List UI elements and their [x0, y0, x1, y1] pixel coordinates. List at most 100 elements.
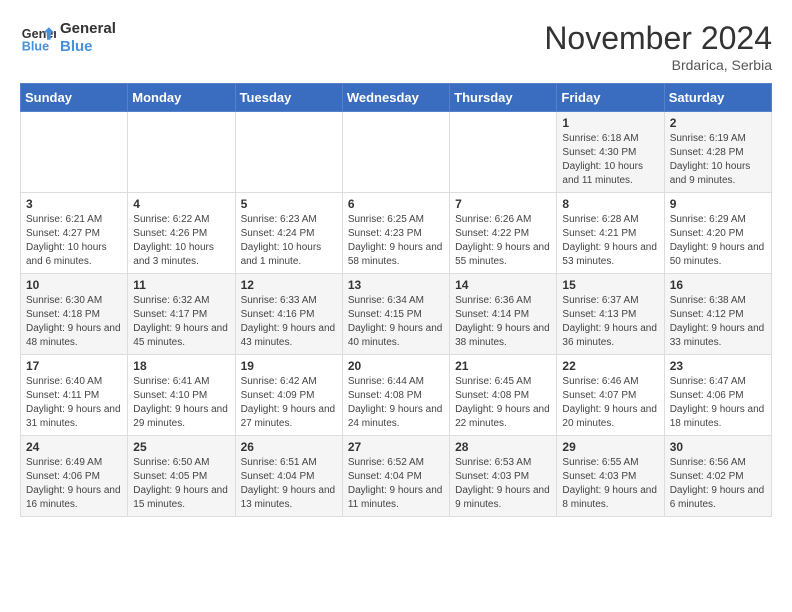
calendar-cell: [342, 112, 449, 193]
calendar-week-row: 3Sunrise: 6:21 AM Sunset: 4:27 PM Daylig…: [21, 193, 772, 274]
day-number: 14: [455, 278, 551, 292]
day-number: 18: [133, 359, 229, 373]
day-number: 25: [133, 440, 229, 454]
logo-icon: General Blue: [20, 20, 56, 56]
day-number: 23: [670, 359, 766, 373]
day-number: 8: [562, 197, 658, 211]
day-info: Sunrise: 6:29 AM Sunset: 4:20 PM Dayligh…: [670, 213, 766, 269]
calendar-cell: 7 Sunrise: 6:26 AM Sunset: 4:22 PM Daylig…: [450, 193, 557, 274]
calendar-cell: [128, 112, 235, 193]
day-number: 11: [133, 278, 229, 292]
calendar-cell: 20 Sunrise: 6:44 AM Sunset: 4:08 PM Dayli…: [342, 355, 449, 436]
day-number: 24: [26, 440, 122, 454]
day-info: Sunrise: 6:47 AM Sunset: 4:06 PM Dayligh…: [670, 375, 766, 431]
day-number: 12: [241, 278, 337, 292]
weekday-header-sunday: Sunday: [21, 84, 128, 112]
calendar-cell: 18 Sunrise: 6:41 AM Sunset: 4:10 PM Dayli…: [128, 355, 235, 436]
day-info: Sunrise: 6:56 AM Sunset: 4:02 PM Dayligh…: [670, 456, 766, 512]
calendar-cell: 27Sunrise: 6:52 AM Sunset: 4:04 PM Dayli…: [342, 436, 449, 517]
day-number: 4: [133, 197, 229, 211]
day-number: 1: [562, 116, 658, 130]
day-number: 6: [348, 197, 444, 211]
day-number: 7: [455, 197, 551, 211]
day-info: Sunrise: 6:33 AM Sunset: 4:16 PM Dayligh…: [241, 294, 337, 350]
calendar-cell: 8Sunrise: 6:28 AM Sunset: 4:21 PM Daylig…: [557, 193, 664, 274]
calendar-cell: 25Sunrise: 6:50 AM Sunset: 4:05 PM Dayli…: [128, 436, 235, 517]
weekday-header-saturday: Saturday: [664, 84, 771, 112]
day-info: Sunrise: 6:26 AM Sunset: 4:22 PM Dayligh…: [455, 213, 551, 269]
day-number: 29: [562, 440, 658, 454]
calendar-cell: 24Sunrise: 6:49 AM Sunset: 4:06 PM Dayli…: [21, 436, 128, 517]
calendar-cell: 26 Sunrise: 6:51 AM Sunset: 4:04 PM Dayli…: [235, 436, 342, 517]
day-info: Sunrise: 6:19 AM Sunset: 4:28 PM Dayligh…: [670, 132, 766, 188]
calendar-cell: 13 Sunrise: 6:34 AM Sunset: 4:15 PM Dayli…: [342, 274, 449, 355]
calendar-cell: 6 Sunrise: 6:25 AM Sunset: 4:23 PM Daylig…: [342, 193, 449, 274]
day-info: Sunrise: 6:25 AM Sunset: 4:23 PM Dayligh…: [348, 213, 444, 269]
day-info: Sunrise: 6:51 AM Sunset: 4:04 PM Dayligh…: [241, 456, 337, 512]
day-info: Sunrise: 6:34 AM Sunset: 4:15 PM Dayligh…: [348, 294, 444, 350]
calendar-cell: 17 Sunrise: 6:40 AM Sunset: 4:11 PM Dayli…: [21, 355, 128, 436]
day-info: Sunrise: 6:36 AM Sunset: 4:14 PM Dayligh…: [455, 294, 551, 350]
calendar-cell: 12 Sunrise: 6:33 AM Sunset: 4:16 PM Dayli…: [235, 274, 342, 355]
weekday-header-friday: Friday: [557, 84, 664, 112]
day-info: Sunrise: 6:46 AM Sunset: 4:07 PM Dayligh…: [562, 375, 658, 431]
weekday-header-monday: Monday: [128, 84, 235, 112]
calendar-week-row: 10 Sunrise: 6:30 AM Sunset: 4:18 PM Dayli…: [21, 274, 772, 355]
page-header: General Blue General Blue November 2024 …: [20, 20, 772, 73]
day-number: 30: [670, 440, 766, 454]
calendar-cell: 5Sunrise: 6:23 AM Sunset: 4:24 PM Daylig…: [235, 193, 342, 274]
day-number: 21: [455, 359, 551, 373]
day-info: Sunrise: 6:44 AM Sunset: 4:08 PM Dayligh…: [348, 375, 444, 431]
day-number: 26: [241, 440, 337, 454]
day-info: Sunrise: 6:55 AM Sunset: 4:03 PM Dayligh…: [562, 456, 658, 512]
day-info: Sunrise: 6:32 AM Sunset: 4:17 PM Dayligh…: [133, 294, 229, 350]
day-info: Sunrise: 6:22 AM Sunset: 4:26 PM Dayligh…: [133, 213, 229, 269]
calendar-cell: [235, 112, 342, 193]
calendar-week-row: 24Sunrise: 6:49 AM Sunset: 4:06 PM Dayli…: [21, 436, 772, 517]
logo-line2: Blue: [60, 38, 116, 56]
day-info: Sunrise: 6:40 AM Sunset: 4:11 PM Dayligh…: [26, 375, 122, 431]
calendar-week-row: 1 Sunrise: 6:18 AM Sunset: 4:30 PM Daylig…: [21, 112, 772, 193]
day-number: 20: [348, 359, 444, 373]
calendar-cell: 4 Sunrise: 6:22 AM Sunset: 4:26 PM Daylig…: [128, 193, 235, 274]
weekday-header-row: SundayMondayTuesdayWednesdayThursdayFrid…: [21, 84, 772, 112]
calendar-cell: [21, 112, 128, 193]
calendar-cell: 30 Sunrise: 6:56 AM Sunset: 4:02 PM Dayli…: [664, 436, 771, 517]
day-number: 28: [455, 440, 551, 454]
title-block: November 2024 Brdarica, Serbia: [544, 20, 772, 73]
day-number: 13: [348, 278, 444, 292]
calendar-cell: 9 Sunrise: 6:29 AM Sunset: 4:20 PM Daylig…: [664, 193, 771, 274]
month-title: November 2024: [544, 20, 772, 57]
day-number: 22: [562, 359, 658, 373]
calendar-cell: 23 Sunrise: 6:47 AM Sunset: 4:06 PM Dayli…: [664, 355, 771, 436]
day-info: Sunrise: 6:18 AM Sunset: 4:30 PM Dayligh…: [562, 132, 658, 188]
calendar-cell: 16Sunrise: 6:38 AM Sunset: 4:12 PM Dayli…: [664, 274, 771, 355]
day-number: 10: [26, 278, 122, 292]
day-info: Sunrise: 6:45 AM Sunset: 4:08 PM Dayligh…: [455, 375, 551, 431]
day-info: Sunrise: 6:23 AM Sunset: 4:24 PM Dayligh…: [241, 213, 337, 269]
calendar-cell: 28 Sunrise: 6:53 AM Sunset: 4:03 PM Dayli…: [450, 436, 557, 517]
weekday-header-wednesday: Wednesday: [342, 84, 449, 112]
day-number: 15: [562, 278, 658, 292]
day-info: Sunrise: 6:53 AM Sunset: 4:03 PM Dayligh…: [455, 456, 551, 512]
calendar-cell: 22 Sunrise: 6:46 AM Sunset: 4:07 PM Dayli…: [557, 355, 664, 436]
day-info: Sunrise: 6:21 AM Sunset: 4:27 PM Dayligh…: [26, 213, 122, 269]
calendar-cell: 10 Sunrise: 6:30 AM Sunset: 4:18 PM Dayli…: [21, 274, 128, 355]
calendar-week-row: 17 Sunrise: 6:40 AM Sunset: 4:11 PM Dayli…: [21, 355, 772, 436]
day-number: 19: [241, 359, 337, 373]
day-info: Sunrise: 6:37 AM Sunset: 4:13 PM Dayligh…: [562, 294, 658, 350]
day-info: Sunrise: 6:41 AM Sunset: 4:10 PM Dayligh…: [133, 375, 229, 431]
day-info: Sunrise: 6:38 AM Sunset: 4:12 PM Dayligh…: [670, 294, 766, 350]
calendar-cell: 1 Sunrise: 6:18 AM Sunset: 4:30 PM Daylig…: [557, 112, 664, 193]
day-number: 17: [26, 359, 122, 373]
weekday-header-tuesday: Tuesday: [235, 84, 342, 112]
calendar-cell: 2Sunrise: 6:19 AM Sunset: 4:28 PM Daylig…: [664, 112, 771, 193]
calendar-cell: 11 Sunrise: 6:32 AM Sunset: 4:17 PM Dayli…: [128, 274, 235, 355]
calendar-cell: 3Sunrise: 6:21 AM Sunset: 4:27 PM Daylig…: [21, 193, 128, 274]
day-info: Sunrise: 6:42 AM Sunset: 4:09 PM Dayligh…: [241, 375, 337, 431]
day-number: 9: [670, 197, 766, 211]
day-info: Sunrise: 6:30 AM Sunset: 4:18 PM Dayligh…: [26, 294, 122, 350]
calendar-cell: 15 Sunrise: 6:37 AM Sunset: 4:13 PM Dayli…: [557, 274, 664, 355]
calendar-cell: 21 Sunrise: 6:45 AM Sunset: 4:08 PM Dayli…: [450, 355, 557, 436]
calendar-cell: 14 Sunrise: 6:36 AM Sunset: 4:14 PM Dayli…: [450, 274, 557, 355]
